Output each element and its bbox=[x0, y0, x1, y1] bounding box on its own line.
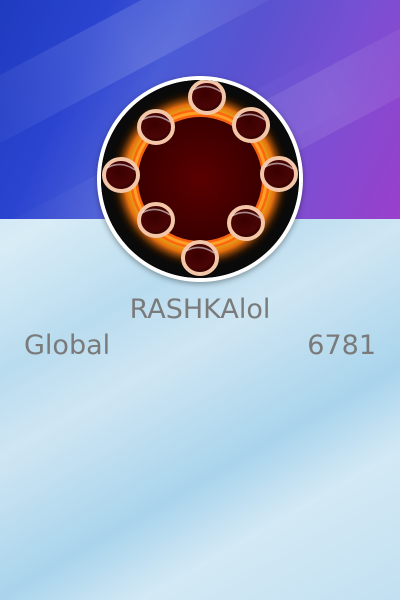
cylinder-ring-icon bbox=[101, 80, 299, 278]
global-rank-label: Global bbox=[24, 330, 111, 361]
profile-screen: RASHKAlol Global 6781 bbox=[0, 0, 400, 600]
avatar[interactable] bbox=[101, 80, 299, 278]
username-label: RASHKAlol bbox=[129, 294, 271, 325]
global-rank-value: 6781 bbox=[307, 330, 376, 361]
